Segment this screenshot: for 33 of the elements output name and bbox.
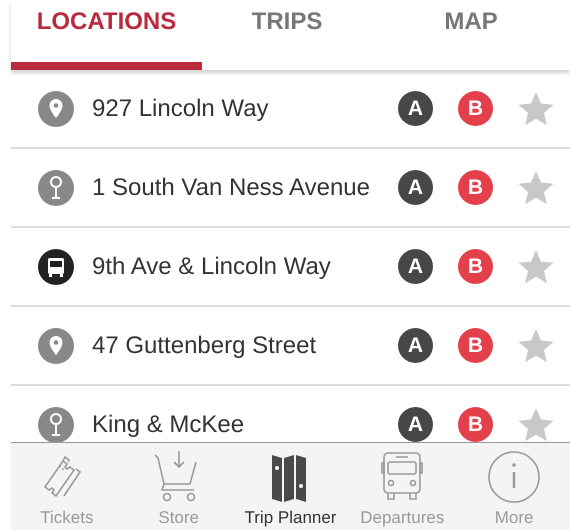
location-name: 1 South Van Ness Avenue	[92, 174, 371, 202]
location-row[interactable]: 9th Ave & Lincoln Way A B	[11, 228, 570, 307]
pin-icon	[38, 328, 74, 364]
set-end-button[interactable]: B	[458, 407, 493, 442]
location-row[interactable]: 927 Lincoln Way A B	[11, 70, 570, 149]
star-icon[interactable]	[518, 248, 554, 284]
location-row[interactable]: 1 South Van Ness Avenue A B	[11, 149, 570, 228]
star-icon[interactable]	[518, 170, 554, 206]
set-start-button[interactable]: A	[398, 170, 433, 205]
location-name: 927 Lincoln Way	[92, 94, 270, 122]
set-end-button[interactable]: B	[458, 328, 493, 363]
star-icon[interactable]	[518, 328, 554, 364]
bus-icon	[38, 248, 74, 284]
set-start-button[interactable]: A	[398, 407, 433, 442]
star-icon[interactable]	[518, 90, 554, 126]
pin-icon	[38, 90, 74, 126]
set-end-button[interactable]: B	[458, 170, 493, 205]
tab[interactable]: TRIPS	[202, 0, 372, 70]
location-name: 47 Guttenberg Street	[92, 332, 318, 360]
set-end-button[interactable]: B	[458, 91, 493, 126]
tab[interactable]: LOCATIONS	[11, 0, 202, 70]
nav-tab[interactable]: Trip Planner	[234, 443, 346, 530]
star-icon[interactable]	[518, 406, 554, 442]
location-name: King & McKee	[92, 410, 246, 438]
info-icon	[486, 449, 542, 505]
bus-stop-icon	[38, 170, 74, 206]
location-row[interactable]: 47 Guttenberg Street A B	[11, 307, 570, 386]
set-start-button[interactable]: A	[398, 328, 433, 363]
location-name: 9th Ave & Lincoln Way	[92, 252, 332, 280]
set-end-button[interactable]: B	[458, 249, 493, 284]
tab[interactable]: MAP	[372, 0, 570, 70]
set-start-button[interactable]: A	[398, 249, 433, 284]
set-start-button[interactable]: A	[398, 91, 433, 126]
